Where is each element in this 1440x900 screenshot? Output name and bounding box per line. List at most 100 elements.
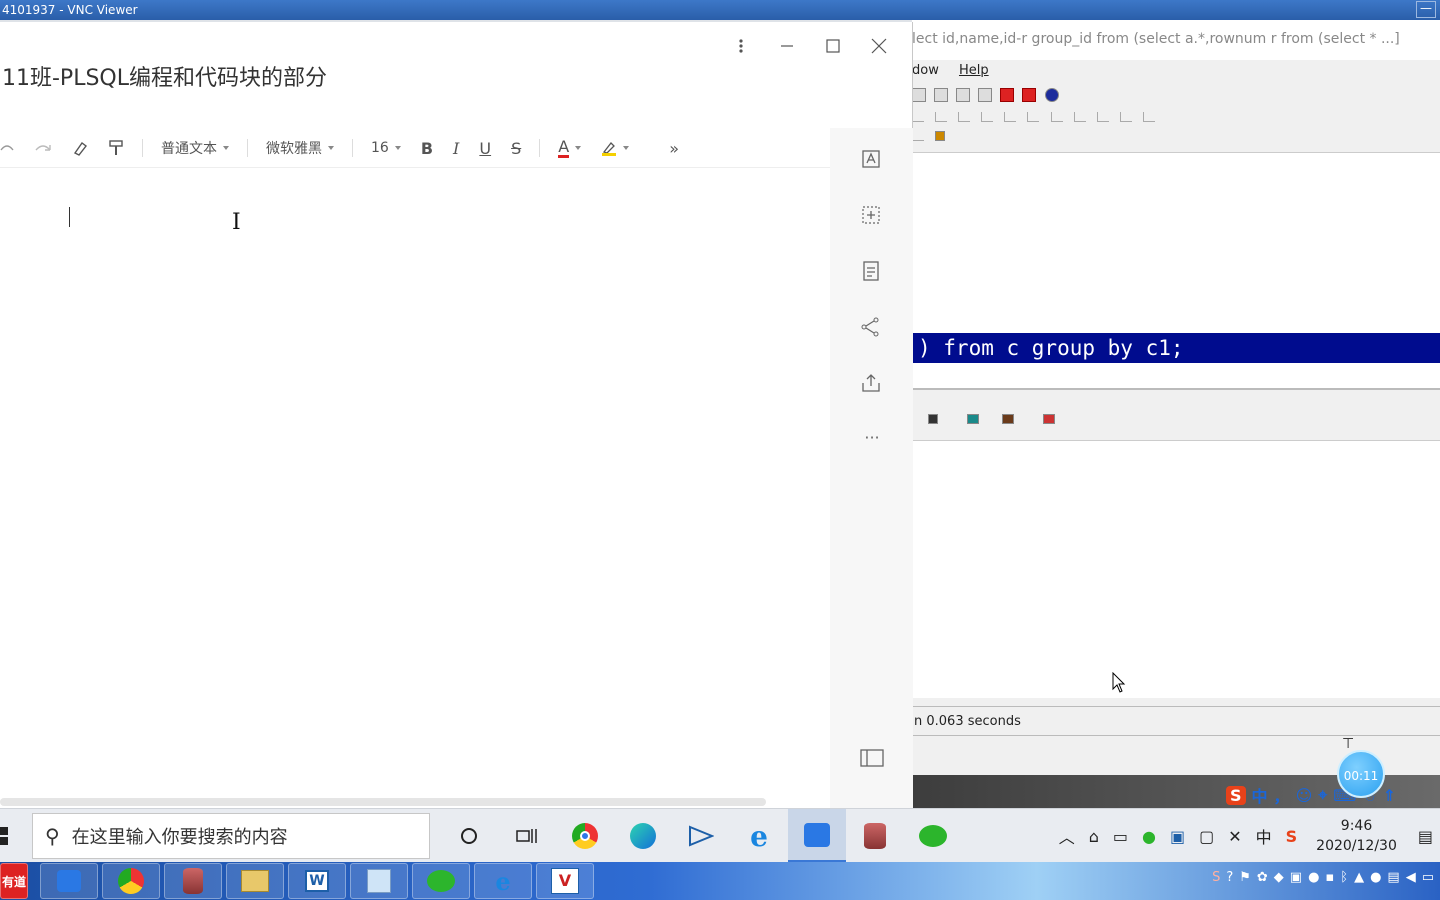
table-icon[interactable] xyxy=(1043,413,1056,424)
shirt-icon[interactable]: ⇑ xyxy=(1383,786,1396,805)
clock[interactable]: 9:46 2020/12/30 xyxy=(1316,816,1397,856)
ime-tray[interactable]: 中 xyxy=(1256,824,1272,848)
tool-icon[interactable] xyxy=(912,87,926,102)
edge-icon[interactable] xyxy=(614,809,672,863)
battery-icon[interactable]: ▭ xyxy=(1113,827,1128,846)
taskbar-search[interactable]: ⚲ 在这里输入你要搜索的内容 xyxy=(32,813,430,859)
vnc-minimize-button[interactable]: — xyxy=(1416,1,1436,18)
ime-punct[interactable]: ， xyxy=(1274,783,1290,807)
chrome-icon[interactable] xyxy=(556,809,614,863)
display-icon[interactable]: ▢ xyxy=(1199,827,1214,846)
power-automate-icon[interactable] xyxy=(672,809,730,863)
bluetooth-icon[interactable]: ᛒ xyxy=(1340,870,1348,885)
strikethrough-button[interactable]: S xyxy=(501,128,531,168)
sogou-tray-icon[interactable]: S xyxy=(1286,827,1298,846)
font-panel-icon[interactable] xyxy=(860,148,884,172)
underline-button[interactable]: U xyxy=(469,128,501,168)
sogou-icon[interactable]: S xyxy=(1212,870,1220,885)
link-icon[interactable] xyxy=(958,111,971,122)
sticky-notes-icon[interactable] xyxy=(788,809,846,863)
link-icon[interactable] xyxy=(1004,111,1017,122)
stop-icon[interactable] xyxy=(1000,87,1015,102)
menu-help[interactable]: Help xyxy=(959,63,989,78)
tray-icon[interactable]: ▲ xyxy=(1354,870,1364,885)
tray-icon[interactable]: ▣ xyxy=(1290,870,1302,885)
plsql-task-icon[interactable] xyxy=(164,863,222,899)
link-icon[interactable] xyxy=(912,130,924,141)
chrome-task-icon[interactable] xyxy=(102,863,160,899)
vc-task-icon[interactable]: V xyxy=(536,863,594,899)
recording-timer[interactable]: 00:11 xyxy=(1337,750,1385,798)
bold-button[interactable]: B xyxy=(411,128,443,168)
more-tools-button[interactable]: » xyxy=(659,128,689,168)
link-icon[interactable] xyxy=(1119,111,1132,122)
minimize-icon[interactable] xyxy=(764,34,810,58)
tray-icon[interactable]: ● xyxy=(1308,870,1319,885)
vc-tray-icon[interactable]: ▣ xyxy=(1170,827,1185,846)
font-color-dropdown[interactable]: A xyxy=(548,128,591,168)
highlight-dropdown[interactable] xyxy=(591,128,639,168)
link-icon[interactable] xyxy=(912,111,924,122)
note-editor[interactable]: I xyxy=(0,168,830,798)
start-icon[interactable] xyxy=(0,825,12,847)
italic-button[interactable]: I xyxy=(443,128,469,168)
tray-icon[interactable]: ✿ xyxy=(1257,870,1268,885)
close-icon[interactable] xyxy=(856,34,902,58)
sql-editor[interactable]: ) from c group by c1; xyxy=(912,152,1440,388)
add-block-icon[interactable] xyxy=(860,204,884,228)
tray-icon[interactable]: ▤ xyxy=(1387,870,1399,885)
export-icon[interactable] xyxy=(1002,413,1015,424)
network-icon[interactable]: ⌂ xyxy=(1089,827,1099,846)
chevron-up-icon[interactable]: ︿ xyxy=(1059,824,1075,848)
window-tile-icon[interactable] xyxy=(956,87,971,102)
tray-icon[interactable]: ● xyxy=(1370,870,1381,885)
results-grid[interactable] xyxy=(912,440,1440,698)
query-icon[interactable] xyxy=(967,413,980,424)
eraser-icon[interactable] xyxy=(62,128,98,168)
mic-icon[interactable]: ⌖ xyxy=(1318,785,1327,805)
flag-icon[interactable]: ⚑ xyxy=(1239,870,1251,885)
format-painter-icon[interactable] xyxy=(98,128,134,168)
more-options-icon[interactable] xyxy=(718,34,764,58)
help-icon[interactable]: ? xyxy=(1226,870,1233,885)
link-icon[interactable] xyxy=(1050,111,1063,122)
outline-icon[interactable] xyxy=(860,260,884,284)
sql-selected-line[interactable]: ) from c group by c1; xyxy=(912,333,1440,363)
ie-icon[interactable]: e xyxy=(730,809,788,863)
undo-icon[interactable] xyxy=(0,128,24,168)
font-family-dropdown[interactable]: 微软雅黑 xyxy=(256,128,344,168)
redo-icon[interactable] xyxy=(24,128,62,168)
menu-window[interactable]: dow xyxy=(912,63,939,78)
info-icon[interactable] xyxy=(1044,87,1059,102)
ie-task-icon[interactable]: e xyxy=(474,863,532,899)
volume-icon[interactable]: ◀ xyxy=(1406,870,1416,885)
sticky-notes-task-icon[interactable] xyxy=(40,863,98,899)
sogou-logo-icon[interactable]: S xyxy=(1226,785,1246,805)
more-icon[interactable]: ··· xyxy=(860,428,884,452)
plsql-developer-icon[interactable] xyxy=(846,809,904,863)
wps-task-icon[interactable]: W xyxy=(288,863,346,899)
horizontal-scrollbar[interactable] xyxy=(0,798,766,806)
tray-icon[interactable]: ▪ xyxy=(1325,870,1334,885)
toggle-sidebar-icon[interactable] xyxy=(860,748,884,772)
font-size-dropdown[interactable]: 16 xyxy=(361,128,411,168)
export-icon[interactable] xyxy=(860,372,884,396)
lock-icon[interactable] xyxy=(935,130,946,141)
link-icon[interactable] xyxy=(1027,111,1040,122)
explorer-task-icon[interactable] xyxy=(226,863,284,899)
wechat-tray-icon[interactable]: ● xyxy=(1142,827,1156,846)
doc-red-icon[interactable] xyxy=(1022,87,1037,102)
emoji-icon[interactable]: ☺ xyxy=(1296,786,1313,805)
share-icon[interactable] xyxy=(860,316,884,340)
link-icon[interactable] xyxy=(1073,111,1086,122)
link-icon[interactable] xyxy=(1142,111,1155,122)
wechat-icon[interactable] xyxy=(904,809,962,863)
youdao-task[interactable]: 有道 xyxy=(0,863,28,899)
display-icon[interactable]: ▭ xyxy=(1422,870,1434,885)
cortana-icon[interactable] xyxy=(440,809,498,863)
link-icon[interactable] xyxy=(1096,111,1109,122)
tray-icon[interactable]: ◆ xyxy=(1274,870,1284,885)
link-icon[interactable] xyxy=(935,111,948,122)
save-icon[interactable] xyxy=(928,413,938,424)
task-view-icon[interactable] xyxy=(498,809,556,863)
